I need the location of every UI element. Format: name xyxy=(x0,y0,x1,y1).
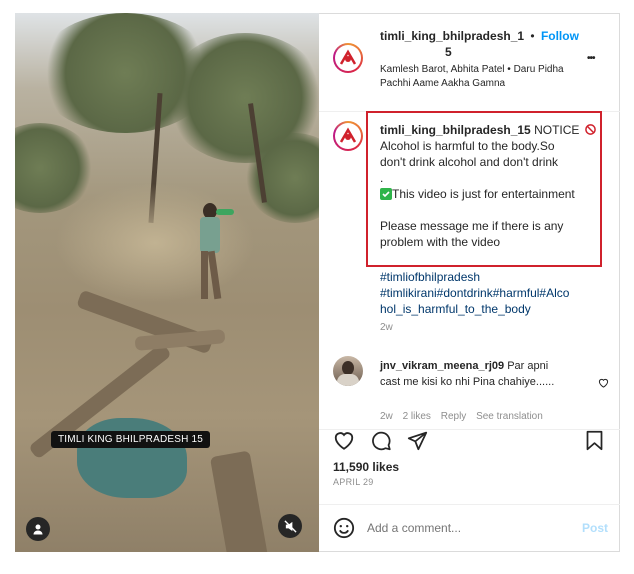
green-bottle xyxy=(216,209,234,215)
comment-likes[interactable]: 2 likes xyxy=(403,411,431,422)
comment-input[interactable] xyxy=(367,519,567,537)
caption-line: don't drink alcohol and don't drink xyxy=(380,155,559,169)
small-heart-icon[interactable] xyxy=(598,378,609,388)
comment-age: 2w xyxy=(380,411,393,422)
notice-label: NOTICE xyxy=(534,123,580,137)
mute-icon xyxy=(283,519,297,533)
commenter-avatar[interactable] xyxy=(333,356,363,386)
caption-username[interactable]: timli_king_bhilpradesh_15 xyxy=(380,123,531,137)
caption-age: 2w xyxy=(380,322,393,333)
heart-icon[interactable] xyxy=(333,430,355,451)
logo-icon xyxy=(339,49,357,65)
caption-line: Please message me if there is any xyxy=(380,219,564,233)
comment-text: jnv_vikram_meena_rj09 Par apni cast me k… xyxy=(380,360,555,388)
see-translation-button[interactable]: See translation xyxy=(476,411,543,422)
audio-track[interactable]: Kamlesh Barot, Abhita Patel • Daru Pidha… xyxy=(380,63,580,91)
follow-button[interactable]: Follow xyxy=(541,29,579,43)
caption-avatar[interactable] xyxy=(333,121,363,151)
author-avatar[interactable] xyxy=(333,43,363,73)
hashtag-link[interactable]: #timlikirani#dontdrink#harmful#Alco xyxy=(380,285,612,301)
caption-line: Alcohol is harmful to the body.So xyxy=(380,139,555,153)
dirt-path xyxy=(55,183,255,303)
child-figure xyxy=(201,251,208,299)
wood-log xyxy=(209,450,271,552)
divider xyxy=(319,504,620,505)
emoji-icon[interactable] xyxy=(333,517,355,539)
comment-username[interactable]: jnv_vikram_meena_rj09 xyxy=(380,360,504,372)
reply-button[interactable]: Reply xyxy=(441,411,467,422)
separator-dot: • xyxy=(530,29,535,43)
divider xyxy=(319,429,620,430)
caption-text: timli_king_bhilpradesh_15 NOTICE Alcohol… xyxy=(380,122,608,250)
child-figure xyxy=(200,217,220,253)
comment-meta: 2w 2 likes Reply See translation xyxy=(380,411,543,422)
more-icon[interactable]: ••• xyxy=(587,53,595,64)
post-sidebar: timli_king_bhilpradesh_1 • Follow 5 Kaml… xyxy=(319,13,620,552)
mute-button[interactable] xyxy=(278,514,302,538)
video-overlay-tag: TIMLI KING BHILPRADESH 15 xyxy=(51,431,211,448)
share-icon[interactable] xyxy=(407,430,428,451)
logo-icon xyxy=(339,127,357,143)
bookmark-icon[interactable] xyxy=(585,430,604,451)
author-username-wrap[interactable]: 5 xyxy=(445,45,452,59)
cloth-bundle xyxy=(77,418,187,498)
post-button[interactable]: Post xyxy=(582,521,608,535)
comment-icon[interactable] xyxy=(370,430,392,451)
hashtags: #timliofbhilpradesh #timlikirani#dontdri… xyxy=(380,269,612,317)
hashtag-link[interactable]: #timliofbhilpradesh xyxy=(380,269,612,285)
caption-line: This video is just for entertainment xyxy=(392,187,575,201)
user-icon xyxy=(33,524,43,535)
post-date: APRIL 29 xyxy=(333,477,374,487)
author-username[interactable]: timli_king_bhilpradesh_1 • Follow xyxy=(380,29,579,43)
check-icon xyxy=(380,188,392,200)
user-tag-button[interactable] xyxy=(26,517,50,541)
like-count[interactable]: 11,590 likes xyxy=(333,460,399,474)
hashtag-link[interactable]: hol_is_harmful_to_the_body xyxy=(380,301,612,317)
caption-line: . xyxy=(380,171,384,185)
caption-line: problem with the video xyxy=(380,235,501,249)
bush xyxy=(15,123,95,213)
prohibited-icon xyxy=(584,124,596,135)
video-player[interactable]: TIMLI KING BHILPRADESH 15 xyxy=(15,13,319,552)
